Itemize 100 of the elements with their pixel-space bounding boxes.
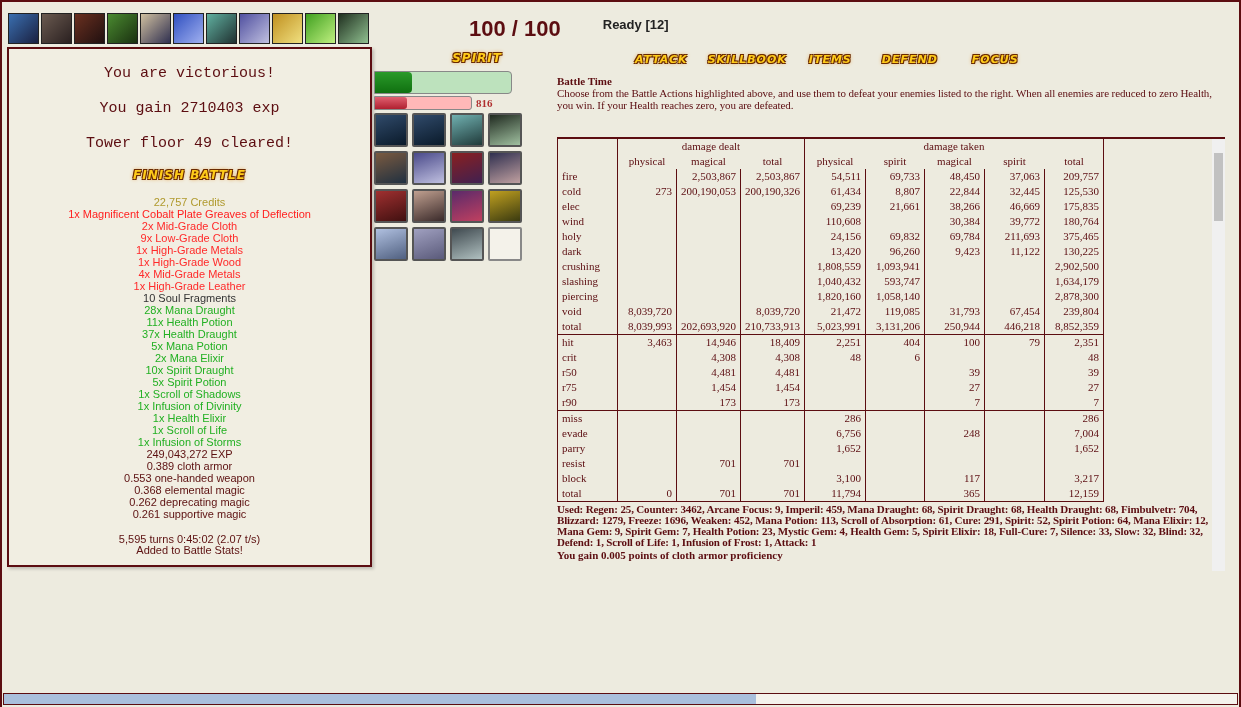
skill-icon[interactable] bbox=[450, 113, 484, 147]
buff-icon[interactable] bbox=[173, 13, 204, 44]
reward-line: 1x Infusion of Divinity bbox=[137, 400, 242, 412]
table-cell: 701 bbox=[676, 456, 741, 471]
row-label: total bbox=[557, 486, 618, 502]
table-cell: 1,652 bbox=[1044, 441, 1104, 456]
table-cell: 110,608 bbox=[804, 214, 866, 229]
skill-icon[interactable] bbox=[488, 189, 522, 223]
table-cell: 4,308 bbox=[740, 350, 805, 365]
table-cell: 11,122 bbox=[984, 244, 1045, 259]
action-button[interactable]: FOCUS bbox=[971, 52, 1019, 66]
reward-line: 1x High-Grade Metals bbox=[136, 244, 243, 256]
health-reading: 816 bbox=[476, 97, 493, 109]
table-cell: 375,465 bbox=[1044, 229, 1104, 244]
skill-icon[interactable] bbox=[488, 151, 522, 185]
buff-icon[interactable] bbox=[140, 13, 171, 44]
table-cell: 8,039,720 bbox=[617, 304, 677, 319]
row-label: elec bbox=[557, 199, 618, 214]
buff-icon[interactable] bbox=[305, 13, 336, 44]
table-cell: 200,190,326 bbox=[740, 184, 805, 199]
skill-icon[interactable] bbox=[412, 189, 446, 223]
table-cell: 48,450 bbox=[924, 169, 985, 184]
row-label: r75 bbox=[557, 380, 618, 395]
row-label: holy bbox=[557, 229, 618, 244]
table-cell: 5,023,991 bbox=[804, 319, 866, 335]
column-header: total bbox=[1064, 155, 1084, 167]
skill-icon[interactable] bbox=[412, 151, 446, 185]
table-cell: 0 bbox=[617, 486, 677, 502]
action-button[interactable]: ITEMS bbox=[808, 52, 852, 66]
table-cell: 12,159 bbox=[1044, 486, 1104, 502]
row-label: block bbox=[557, 471, 618, 486]
table-cell: 701 bbox=[676, 486, 741, 502]
table-cell: 11,794 bbox=[804, 486, 866, 502]
table-cell: 210,733,913 bbox=[740, 319, 805, 335]
buff-icon[interactable] bbox=[239, 13, 270, 44]
row-label: fire bbox=[557, 169, 618, 184]
reward-line: 28x Mana Draught bbox=[144, 304, 235, 316]
table-cell: 4,308 bbox=[676, 350, 741, 365]
row-label: hit bbox=[557, 334, 618, 350]
empty-skill-slot[interactable] bbox=[488, 227, 522, 261]
table-cell: 22,844 bbox=[924, 184, 985, 199]
reward-line: 37x Health Draught bbox=[142, 328, 237, 340]
row-label: void bbox=[557, 304, 618, 319]
table-cell: 30,384 bbox=[924, 214, 985, 229]
used-items-text: Used: Regen: 25, Counter: 3462, Arcane Focus: 9, Imperil: 459, Mana Draught: 68, Spirit Draught: 68, Health Draught: 68, Fimbulvetr: 704, Blizzard: 1279, Freeze: 1696, Weaken: 452, Mana Potion: 113, Scroll of Absorption: 61, Cure: 291, Spirit: 52, Spirit Potion: 64, Mana Elixir: 12, Mana Gem: 9, Spirit Gem: 7, Health Potion: 23, Mystic Gem: 4, Health Gem: 5, Spirit Elixir: 18, Full-Cure: 7, Silence: 33, Slow: 32, Blind: 32, Defend: 1, Scroll of Life: 1, Infusion of Frost: 1, Attack: 1 bbox=[557, 504, 1210, 548]
row-label: resist bbox=[557, 456, 618, 471]
table-cell: 248 bbox=[924, 426, 985, 441]
reward-line: 1x Magnificent Cobalt Plate Greaves of Deflection bbox=[68, 208, 311, 220]
table-cell: 32,445 bbox=[984, 184, 1045, 199]
battle-summary: 5,595 turns 0:45:02 (2.07 t/s) bbox=[118, 534, 261, 545]
skill-icon[interactable] bbox=[412, 113, 446, 147]
row-label: total bbox=[557, 319, 618, 335]
action-button[interactable]: SKILLBOOK bbox=[707, 52, 787, 66]
skill-icon[interactable] bbox=[450, 227, 484, 261]
skill-icon[interactable] bbox=[374, 227, 408, 261]
reward-line: 0.262 deprecating magic bbox=[129, 496, 250, 508]
table-cell: 8,852,359 bbox=[1044, 319, 1104, 335]
scrollbar[interactable] bbox=[1212, 139, 1225, 571]
table-cell: 27 bbox=[924, 380, 985, 395]
finish-battle-button[interactable]: FINISH BATTLE bbox=[133, 168, 246, 182]
table-cell: 2,503,867 bbox=[676, 169, 741, 184]
row-label: wind bbox=[557, 214, 618, 229]
table-cell: 117 bbox=[924, 471, 985, 486]
skill-icon[interactable] bbox=[374, 113, 408, 147]
row-label: cold bbox=[557, 184, 618, 199]
table-cell: 1,454 bbox=[740, 380, 805, 395]
row-label: dark bbox=[557, 244, 618, 259]
table-cell: 4,481 bbox=[676, 365, 741, 380]
buff-icon[interactable] bbox=[272, 13, 303, 44]
buff-icon[interactable] bbox=[206, 13, 237, 44]
column-header: spirit bbox=[883, 155, 907, 167]
table-cell: 119,085 bbox=[865, 304, 925, 319]
reward-line: 22,757 Credits bbox=[153, 196, 226, 208]
table-cell: 48 bbox=[1044, 350, 1104, 365]
table-cell: 54,511 bbox=[804, 169, 866, 184]
table-cell: 4,481 bbox=[740, 365, 805, 380]
table-cell: 1,454 bbox=[676, 380, 741, 395]
skill-icon[interactable] bbox=[488, 113, 522, 147]
row-label: miss bbox=[557, 410, 618, 426]
table-cell: 48 bbox=[804, 350, 866, 365]
reward-line: 5x Spirit Potion bbox=[152, 376, 227, 388]
table-cell: 701 bbox=[740, 486, 805, 502]
table-cell: 24,156 bbox=[804, 229, 866, 244]
table-cell: 209,757 bbox=[1044, 169, 1104, 184]
spirit-label: SPIRIT bbox=[452, 51, 502, 65]
table-cell: 1,040,432 bbox=[804, 274, 866, 289]
table-cell: 27 bbox=[1044, 380, 1104, 395]
table-cell: 273 bbox=[617, 184, 677, 199]
turn-counter: 100 / 100 bbox=[469, 15, 561, 42]
table-cell: 365 bbox=[924, 486, 985, 502]
skill-icon[interactable] bbox=[412, 227, 446, 261]
buff-icon[interactable] bbox=[338, 13, 369, 44]
reward-line: 10 Soul Fragments bbox=[143, 292, 236, 304]
reward-line: 2x Mana Elixir bbox=[154, 352, 225, 364]
battle-time-title: Battle Time bbox=[557, 75, 613, 87]
table-cell: 7,004 bbox=[1044, 426, 1104, 441]
action-button[interactable]: DEFEND bbox=[881, 52, 938, 66]
action-button[interactable]: ATTACK bbox=[635, 52, 688, 66]
table-cell: 8,039,993 bbox=[617, 319, 677, 335]
column-header: physical bbox=[628, 155, 666, 167]
